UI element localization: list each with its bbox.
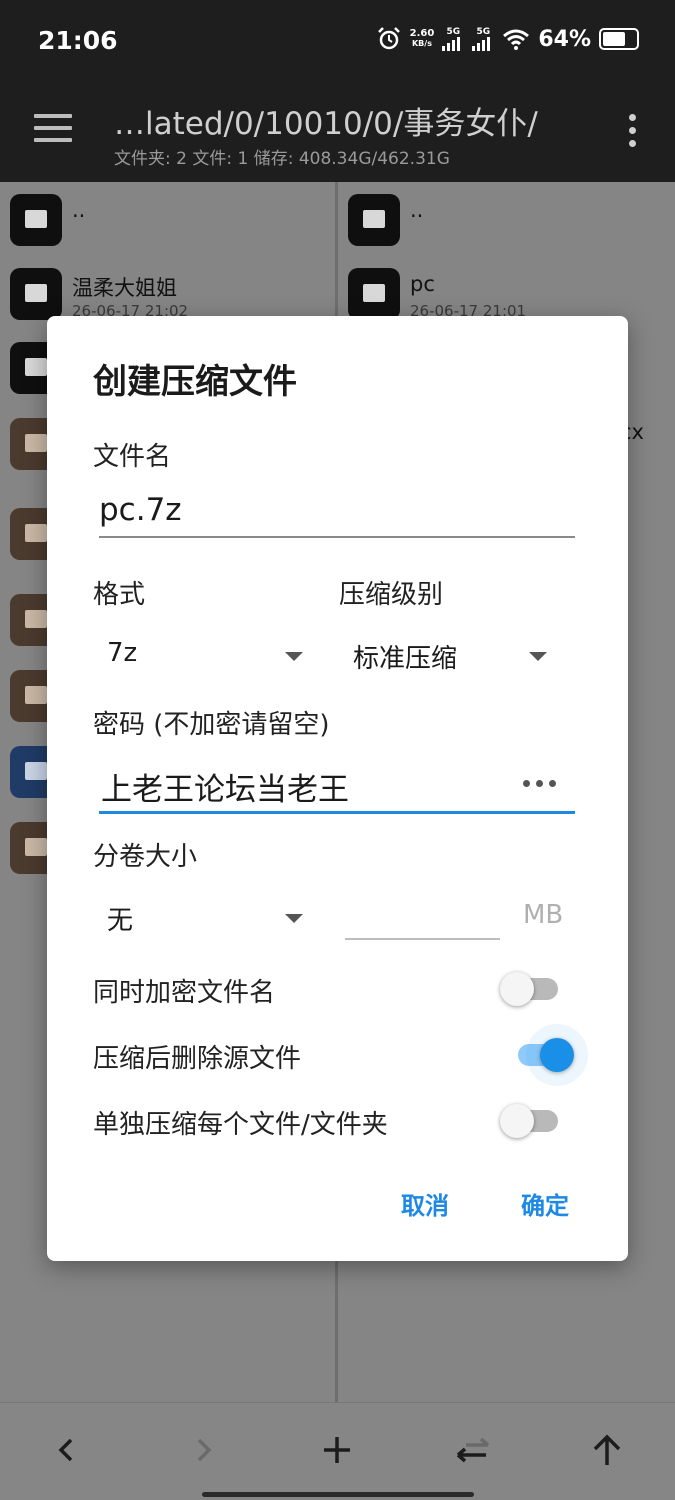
net-speed-unit: KB/s [411, 39, 432, 48]
net-speed-value: 2.60 [409, 28, 435, 39]
compress-each-switch[interactable] [500, 1100, 560, 1140]
split-size-select[interactable]: 无 [93, 888, 309, 940]
chevron-down-icon [285, 914, 303, 923]
app-toolbar: …lated/0/10010/0/事务女仆/ 文件夹: 2 文件: 1 储存: … [0, 84, 675, 182]
format-select[interactable]: 7z [93, 626, 309, 678]
hamburger-menu-icon[interactable] [34, 114, 72, 142]
more-options-icon[interactable] [629, 114, 637, 153]
file-name: 温柔大姐姐 [72, 276, 177, 300]
filename-value: pc.7z [99, 492, 182, 528]
delete-source-switch[interactable] [514, 1034, 574, 1074]
arrow-up-icon[interactable] [584, 1427, 630, 1473]
bottom-navigation-bar [0, 1402, 675, 1500]
alarm-icon [377, 27, 400, 50]
toggle-label-compress-each: 单独压缩每个文件/文件夹 [93, 1110, 388, 1140]
password-value: 上老王论坛当老王 [101, 772, 349, 808]
back-icon[interactable] [44, 1427, 90, 1473]
signal-sim2-icon: 5G [472, 26, 494, 51]
sim1-label: 5G [446, 26, 461, 37]
net-speed: 2.60 KB/s [410, 29, 435, 49]
split-size-value: 无 [107, 906, 134, 936]
show-password-icon[interactable] [523, 780, 556, 787]
split-size-label: 分卷大小 [93, 842, 198, 872]
file-name: pc [410, 272, 435, 296]
filename-field[interactable]: pc.7z [99, 486, 575, 538]
ok-button[interactable]: 确定 [521, 1186, 569, 1221]
storage-summary: 文件夹: 2 文件: 1 储存: 408.34G/462.31G [114, 149, 450, 169]
status-time: 21:06 [38, 26, 118, 55]
sim2-label: 5G [476, 26, 491, 37]
create-archive-dialog: 创建压缩文件 文件名 pc.7z 格式 压缩级别 7z 标准压缩 密码 (不加密… [47, 316, 628, 1261]
add-icon[interactable] [314, 1427, 360, 1473]
compression-level-value: 标准压缩 [353, 644, 458, 674]
toggle-label-encrypt-names: 同时加密文件名 [93, 978, 276, 1008]
folder-icon [10, 268, 62, 320]
format-label: 格式 [93, 580, 146, 610]
status-bar: 21:06 2.60 KB/s 5G 5G 64% [0, 0, 675, 84]
compression-level-select[interactable]: 标准压缩 [339, 626, 559, 678]
split-size-unit: MB [523, 900, 564, 930]
folder-icon [348, 194, 400, 246]
format-value: 7z [107, 638, 138, 668]
current-path: …lated/0/10010/0/事务女仆/ [114, 106, 538, 142]
battery-icon [599, 28, 639, 50]
split-size-input[interactable] [345, 888, 500, 940]
file-name: .. [72, 198, 86, 222]
status-icons: 2.60 KB/s 5G 5G 64% [376, 26, 639, 52]
wifi-icon [503, 29, 530, 50]
forward-icon[interactable] [180, 1427, 226, 1473]
encrypt-filenames-switch[interactable] [500, 968, 560, 1008]
filename-label: 文件名 [93, 442, 172, 472]
cancel-button[interactable]: 取消 [401, 1186, 449, 1221]
chevron-down-icon [285, 652, 303, 661]
gesture-bar[interactable] [202, 1492, 474, 1497]
folder-icon [348, 268, 400, 320]
dialog-title: 创建压缩文件 [93, 362, 297, 402]
compression-level-label: 压缩级别 [339, 580, 444, 610]
folder-icon [10, 194, 62, 246]
password-field[interactable]: 上老王论坛当老王 [99, 756, 575, 814]
swap-icon[interactable] [450, 1427, 496, 1473]
toggle-label-delete-source: 压缩后删除源文件 [93, 1044, 302, 1074]
password-label: 密码 (不加密请留空) [93, 710, 330, 740]
chevron-down-icon [529, 652, 547, 661]
file-name: .. [410, 198, 424, 222]
signal-sim1-icon: 5G [442, 26, 464, 51]
battery-percent: 64% [538, 26, 591, 52]
